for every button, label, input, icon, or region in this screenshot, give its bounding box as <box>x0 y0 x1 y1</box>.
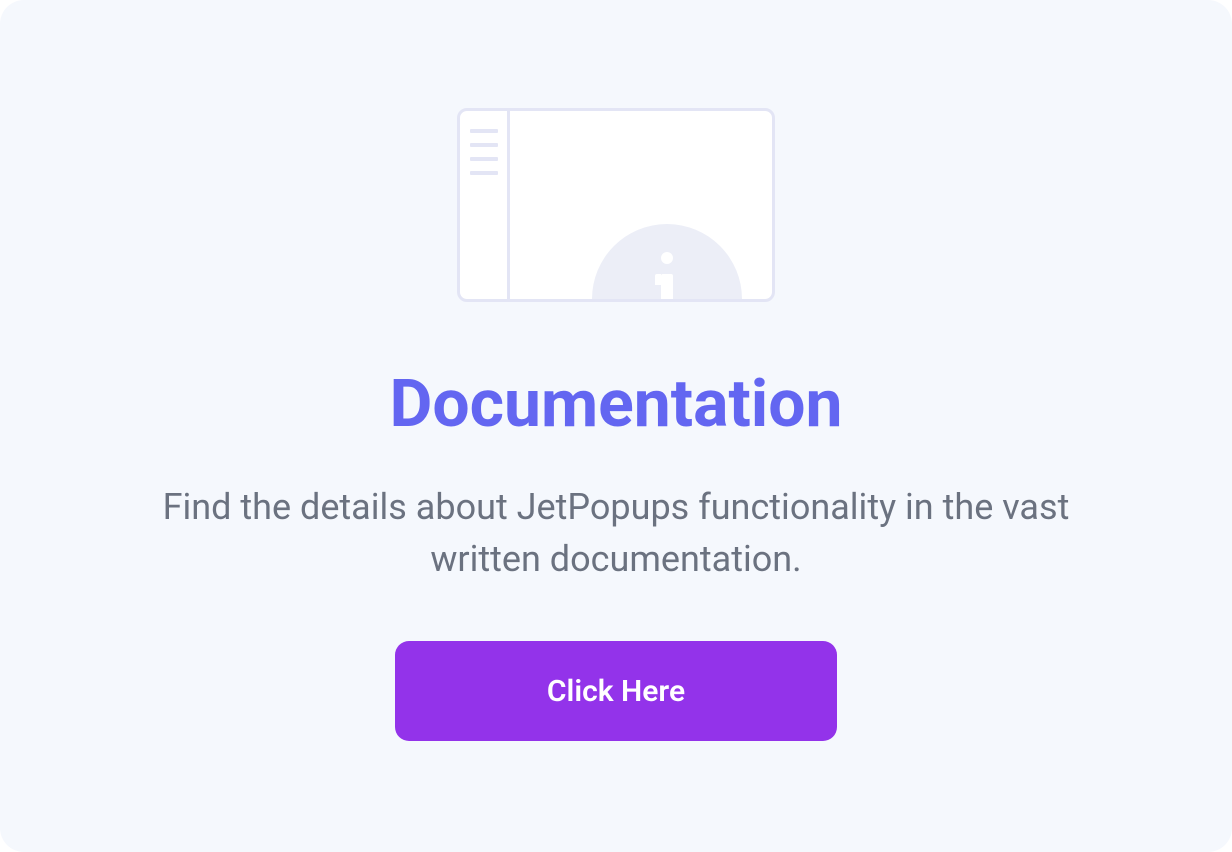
sidebar-line-icon <box>470 171 498 175</box>
card-heading: Documentation <box>389 366 842 443</box>
illustration-main <box>510 111 772 299</box>
click-here-button[interactable]: Click Here <box>395 641 837 741</box>
info-icon <box>592 224 742 299</box>
sidebar-line-icon <box>470 143 498 147</box>
documentation-illustration <box>457 108 775 302</box>
sidebar-line-icon <box>470 129 498 133</box>
documentation-card: Documentation Find the details about Jet… <box>0 0 1232 852</box>
card-description: Find the details about JetPopups functio… <box>146 481 1086 585</box>
sidebar-line-icon <box>470 157 498 161</box>
illustration-sidebar <box>460 111 510 299</box>
